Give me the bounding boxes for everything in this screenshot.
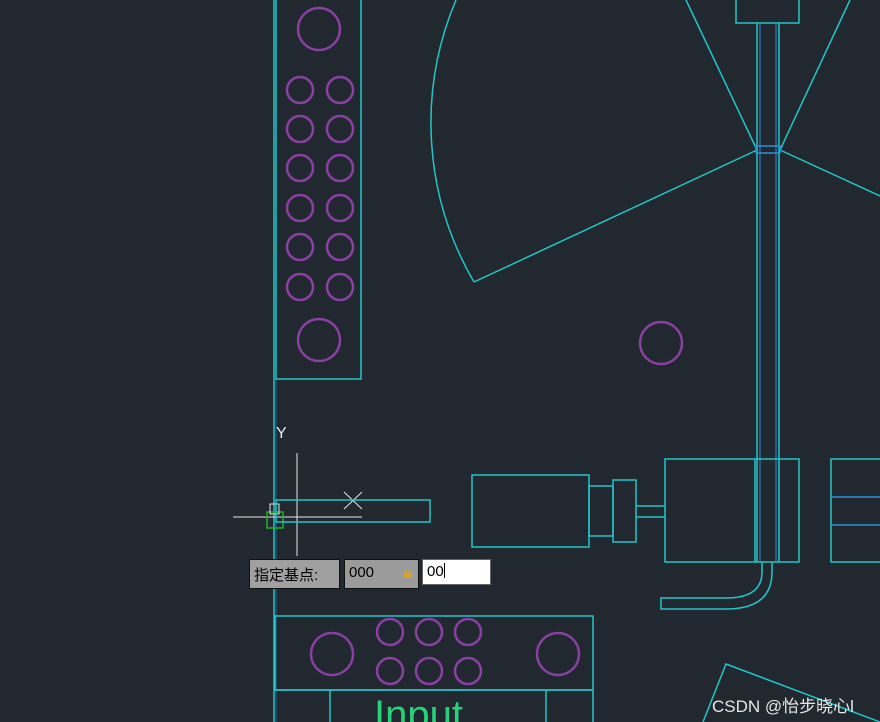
x-coordinate-value: 000 xyxy=(349,564,375,581)
command-prompt-label: 指定基点: xyxy=(249,559,340,589)
isolated-circle xyxy=(638,320,684,366)
connector-assembly xyxy=(471,458,880,563)
left-panel-block xyxy=(275,0,362,380)
ucs-icon: Y xyxy=(276,425,287,442)
x-coordinate-input[interactable]: 000 xyxy=(344,559,419,589)
lock-icon xyxy=(404,569,412,578)
vertical-pipe xyxy=(735,0,800,562)
watermark: CSDN @怡步晓心l xyxy=(712,697,854,716)
input-block-label: Input xyxy=(374,693,463,722)
y-coordinate-input[interactable]: 00 xyxy=(422,559,491,585)
command-prompt-text: 指定基点: xyxy=(254,567,319,584)
text-caret xyxy=(443,563,445,578)
y-coordinate-value: 00 xyxy=(427,563,444,580)
elbow-pipe xyxy=(660,562,773,610)
cursor-bar-shape xyxy=(275,499,431,523)
sector-shape xyxy=(430,0,880,283)
crosshair-cursor xyxy=(233,453,363,556)
svg-text:Y: Y xyxy=(276,425,287,442)
drawing-canvas[interactable]: Y Input xyxy=(0,0,880,722)
